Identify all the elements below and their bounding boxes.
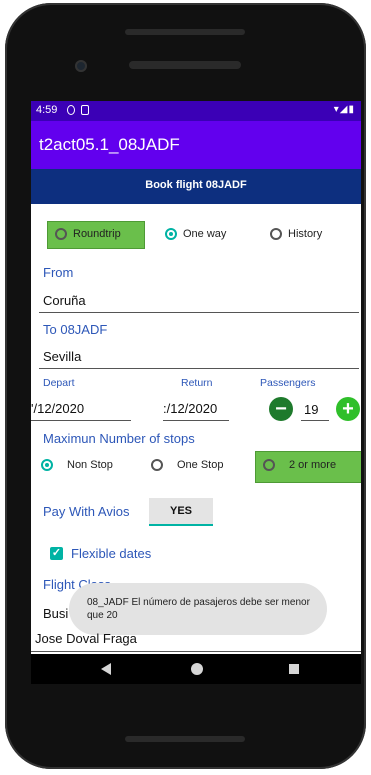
book-flight-banner: Book flight 08JADF: [31, 169, 361, 204]
radio-label: Roundtrip: [73, 228, 121, 240]
depart-input[interactable]: '/12/2020: [31, 401, 84, 416]
radio-circle: [151, 459, 163, 471]
flexible-dates-checkbox[interactable]: ✓: [50, 547, 63, 560]
name-underline: [31, 651, 361, 652]
home-icon[interactable]: [191, 663, 203, 675]
avios-toggle-button[interactable]: YES: [149, 498, 213, 526]
depart-label: Depart: [43, 377, 75, 389]
radio-label: One way: [183, 228, 227, 240]
back-icon[interactable]: [101, 663, 111, 675]
stops-label: Maximun Number of stops: [43, 431, 195, 446]
toast-message: 08_JADF El número de pasajeros debe ser …: [69, 583, 327, 635]
avios-label: Pay With Avios: [43, 504, 130, 519]
from-underline: [39, 312, 359, 313]
from-label: From: [43, 265, 74, 280]
phone-frame: 4:59 ▾◢▮ t2act05.1_08JADF Book flight 08…: [5, 3, 366, 769]
camera-icon: [75, 60, 87, 72]
status-bar: 4:59 ▾◢▮: [31, 101, 361, 121]
radio-circle-selected: [165, 228, 177, 240]
banner-title: Book flight 08JADF: [145, 179, 247, 191]
return-underline: [163, 420, 229, 421]
radio-label: 2 or more: [289, 459, 337, 471]
passenger-name-input[interactable]: Jose Doval Fraga: [35, 631, 137, 646]
return-input[interactable]: :/12/2020: [163, 401, 217, 416]
to-underline: [39, 368, 359, 369]
decrease-passengers-button[interactable]: −: [269, 397, 293, 421]
passengers-label: Passengers: [260, 377, 316, 389]
recent-apps-icon[interactable]: [289, 664, 299, 674]
bottom-speaker: [125, 736, 245, 742]
radio-one-stop[interactable]: One Stop: [151, 459, 223, 471]
radio-roundtrip[interactable]: Roundtrip: [55, 228, 121, 240]
status-time: 4:59: [36, 104, 58, 116]
flexible-dates-label: Flexible dates: [71, 546, 152, 561]
top-speaker: [125, 29, 245, 35]
radio-label: Non Stop: [67, 459, 113, 471]
radio-circle: [270, 228, 282, 240]
app-screen: 4:59 ▾◢▮ t2act05.1_08JADF Book flight 08…: [31, 101, 361, 684]
flight-class-select[interactable]: Busi: [43, 606, 68, 621]
radio-label: History: [288, 228, 323, 240]
earpiece: [129, 61, 241, 69]
radio-label: One Stop: [177, 459, 224, 471]
radio-history[interactable]: History: [270, 228, 322, 240]
radio-circle: [263, 459, 275, 471]
radio-non-stop[interactable]: Non Stop: [41, 459, 113, 471]
notification-icon: [67, 105, 75, 115]
depart-underline: [31, 420, 131, 421]
radio-one-way[interactable]: One way: [165, 228, 226, 240]
passengers-underline: [301, 420, 329, 421]
to-input[interactable]: Sevilla: [43, 349, 81, 364]
navigation-bar: [31, 654, 361, 684]
sd-card-icon: [81, 105, 89, 115]
radio-circle: [55, 228, 67, 240]
to-label: To 08JADF: [43, 322, 108, 337]
radio-circle-selected: [41, 459, 53, 471]
return-label: Return: [181, 377, 213, 389]
app-bar: t2act05.1_08JADF: [31, 121, 361, 169]
app-title: t2act05.1_08JADF: [39, 135, 180, 154]
signal-battery-icons: ▾◢▮: [333, 104, 355, 115]
passengers-input[interactable]: 19: [304, 402, 318, 417]
increase-passengers-button[interactable]: +: [336, 397, 360, 421]
from-input[interactable]: Coruña: [43, 293, 86, 308]
radio-two-or-more[interactable]: 2 or more: [263, 459, 336, 471]
